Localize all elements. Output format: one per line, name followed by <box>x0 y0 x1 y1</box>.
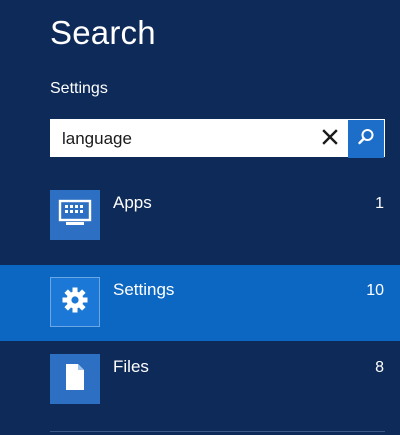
apps-tile <box>50 190 100 240</box>
result-label: Files <box>113 357 149 376</box>
result-files[interactable]: Files 8 <box>0 342 400 418</box>
apps-icon <box>58 198 92 233</box>
search-button[interactable] <box>348 120 384 158</box>
clear-search-button[interactable] <box>314 120 346 158</box>
pane-title: Search <box>50 14 156 51</box>
gear-icon <box>60 285 90 320</box>
result-settings[interactable]: Settings 10 <box>0 265 400 341</box>
result-label: Settings <box>113 280 175 299</box>
search-box[interactable]: language <box>50 119 385 158</box>
divider <box>50 431 385 432</box>
search-input[interactable]: language <box>62 120 132 158</box>
file-icon <box>63 362 87 397</box>
search-icon <box>356 127 376 152</box>
files-tile <box>50 354 100 404</box>
result-apps[interactable]: Apps 1 <box>0 178 400 254</box>
settings-tile <box>50 277 100 327</box>
close-icon <box>321 128 339 151</box>
result-count: 1 <box>375 195 384 212</box>
search-scope-label[interactable]: Settings <box>50 79 108 99</box>
result-count: 10 <box>366 282 384 299</box>
result-label: Apps <box>113 193 152 212</box>
result-count: 8 <box>375 359 384 376</box>
